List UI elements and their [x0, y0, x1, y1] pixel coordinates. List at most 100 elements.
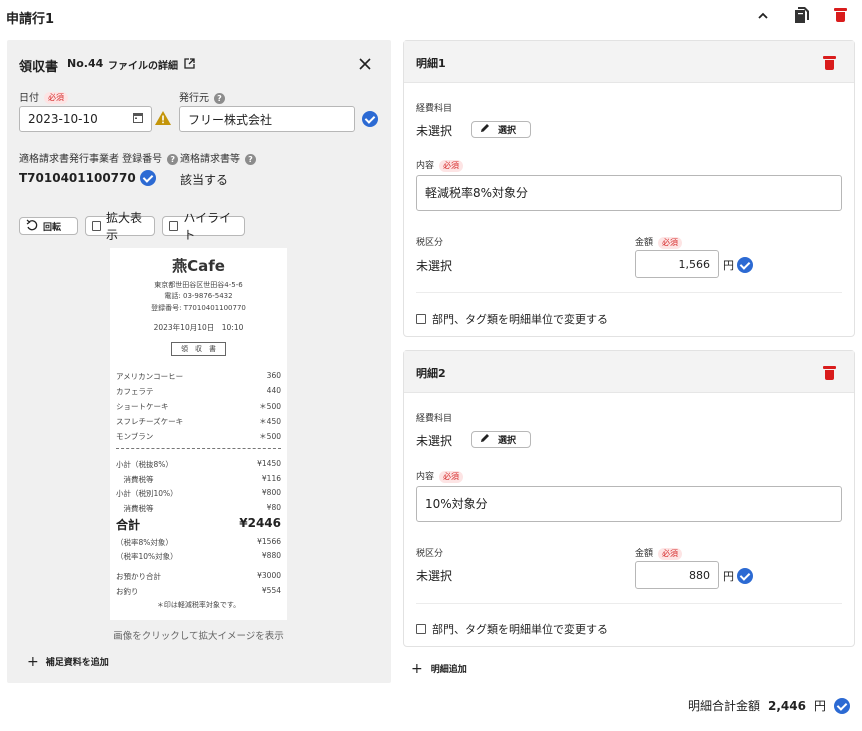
delete-row-icon[interactable]	[834, 7, 848, 23]
item-name: スフレチーズケーキ	[116, 417, 184, 426]
add-supplement-label: 補足資料を追加	[45, 658, 109, 668]
receipt-shop-name: 燕Cafe	[172, 257, 225, 275]
highlight-label: ハイライト	[183, 211, 232, 242]
close-icon[interactable]	[359, 58, 371, 70]
item-price: ＊500	[259, 402, 281, 411]
qualified-label-text: 適格請求書等	[180, 154, 240, 165]
paid-label: お預かり合計	[116, 572, 161, 581]
content-label-text: 内容	[416, 472, 435, 482]
delete-detail-icon[interactable]	[823, 365, 837, 381]
collapse-chevron-icon[interactable]	[757, 10, 769, 22]
receipt-image[interactable]: 燕Cafe 東京都世田谷区世田谷4-5-6 電話: 03-9876-5432 登…	[110, 248, 287, 620]
highlight-toggle[interactable]: ハイライト	[162, 211, 245, 242]
required-badge: 必須	[439, 159, 464, 172]
help-icon[interactable]: ?	[245, 153, 256, 165]
detail-card-header	[404, 41, 854, 83]
date-field[interactable]: 2023-10-10	[19, 106, 152, 132]
issuer-label-text: 発行元	[179, 93, 209, 104]
select-account-button[interactable]: 選択	[471, 121, 531, 138]
total-value: 2,446	[768, 698, 806, 713]
breakdown-price: ¥880	[261, 551, 281, 560]
detail-title: 明細1	[416, 57, 446, 70]
receipt-breakdown: （税率10%対象） ¥880	[116, 551, 281, 562]
file-detail-label: ファイルの詳細	[108, 61, 178, 72]
issuer-value: フリー株式会社	[188, 112, 273, 127]
dept-toggle[interactable]: 部門、タグ類を明細単位で変更する	[416, 621, 608, 637]
dept-checkbox[interactable]	[416, 314, 426, 324]
item-name: ショートケーキ	[116, 402, 169, 411]
registration-number: T7010401100770	[19, 171, 136, 185]
detail-card-2: 明細2 経費科目 未選択 選択 内容 必須 10%対象分 税区分 未選択 金額 必須…	[403, 350, 855, 647]
content-label: 内容 必須	[416, 469, 464, 483]
add-supplement-button[interactable]: + 補足資料を追加	[27, 655, 109, 669]
amount-value: 880	[689, 568, 710, 582]
amount-field[interactable]: 880	[635, 561, 719, 589]
select-account-button[interactable]: 選択	[471, 431, 531, 448]
content-textarea[interactable]: 軽減税率8%対象分	[416, 175, 842, 211]
change-value: ¥554	[261, 586, 281, 595]
zoom-label: 拡大表示	[106, 211, 143, 242]
detail-title: 明細2	[416, 367, 446, 380]
date-value: 2023-10-10	[28, 112, 98, 126]
plus-icon: +	[411, 660, 423, 677]
registration-label-text: 適格請求書発行事業者 登録番号	[19, 154, 163, 165]
subtotal-price: ¥1450	[257, 459, 281, 468]
copy-icon[interactable]	[794, 6, 810, 24]
help-icon[interactable]: ?	[167, 153, 179, 165]
issuer-label: 発行元?	[179, 89, 225, 104]
dept-toggle[interactable]: 部門、タグ類を明細単位で変更する	[416, 311, 608, 327]
receipt-change: お釣り ¥554	[116, 586, 281, 597]
select-label: 選択	[498, 436, 517, 446]
receipt-datetime: 2023年10月10日 10:10	[153, 323, 244, 332]
receipt-subtotal: 消費税等 ¥80	[116, 503, 281, 514]
highlight-checkbox[interactable]	[169, 221, 179, 231]
detail-card-1: 明細1 経費科目 未選択 選択 内容 必須 軽減税率8%対象分 税区分 未選択 金…	[403, 40, 855, 337]
issuer-field[interactable]: フリー株式会社	[179, 106, 355, 132]
receipt-subtotal: 小計（税抜8%） ¥1450	[116, 459, 281, 470]
file-detail-link[interactable]: ファイルの詳細	[108, 57, 195, 72]
help-icon[interactable]: ?	[214, 92, 225, 104]
paid-value: ¥3000	[257, 571, 281, 580]
content-value: 10%対象分	[425, 497, 488, 511]
image-hint: 画像をクリックして拡大イメージを表示	[113, 631, 284, 642]
detail-total: 明細合計金額 2,446 円	[688, 697, 850, 714]
external-link-icon	[184, 57, 195, 72]
dept-label: 部門、タグ類を明細単位で変更する	[432, 623, 608, 636]
total-value: ¥2446	[239, 516, 281, 530]
zoom-checkbox[interactable]	[92, 221, 101, 231]
receipt-address: 東京都世田谷区世田谷4-5-6	[154, 281, 243, 289]
zoom-toggle[interactable]: 拡大表示	[85, 211, 155, 242]
qualified-value: 該当する	[180, 173, 229, 187]
amount-verified-icon	[737, 568, 753, 584]
subtotal-name: 小計（税別10%）	[116, 489, 178, 498]
delete-detail-icon[interactable]	[823, 55, 837, 71]
rotate-button[interactable]: 回転	[19, 217, 78, 235]
registration-label: 適格請求書発行事業者 登録番号?	[19, 150, 179, 165]
subtotal-price: ¥800	[261, 488, 281, 497]
add-detail-button[interactable]: + 明細追加	[411, 660, 467, 677]
receipt-total: 合計 ¥2446	[116, 516, 281, 533]
detail-card-header	[404, 351, 854, 393]
pencil-icon	[480, 433, 490, 446]
date-label: 日付 必須	[19, 89, 68, 104]
required-badge: 必須	[44, 92, 68, 104]
account-value: 未選択	[416, 434, 453, 448]
subtotal-price: ¥116	[261, 474, 281, 483]
content-textarea[interactable]: 10%対象分	[416, 486, 842, 522]
dept-checkbox[interactable]	[416, 624, 426, 634]
amount-verified-icon	[737, 257, 753, 273]
rotate-icon	[26, 219, 38, 234]
required-badge: 必須	[658, 547, 683, 560]
receipt-paid: お預かり合計 ¥3000	[116, 571, 281, 582]
total-label: 合計	[116, 518, 141, 532]
amount-field[interactable]: 1,566	[635, 250, 719, 278]
receipt-breakdown: （税率8%対象） ¥1566	[116, 537, 281, 548]
card-divider	[416, 603, 842, 604]
receipt-number: No.44	[67, 57, 104, 70]
calendar-icon[interactable]	[133, 112, 143, 126]
tax-value: 未選択	[416, 569, 453, 583]
account-label: 経費科目	[416, 104, 453, 114]
breakdown-name: （税率8%対象）	[116, 538, 173, 547]
issuer-verified-icon	[362, 111, 378, 127]
subtotal-name: 消費税等	[116, 475, 154, 484]
